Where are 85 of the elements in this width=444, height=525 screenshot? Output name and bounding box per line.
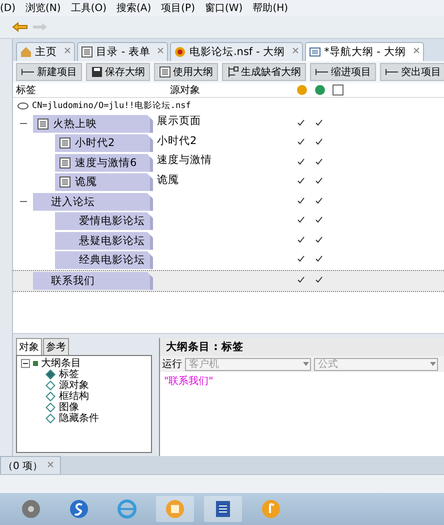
save-icon (91, 66, 103, 78)
tab[interactable]: （0 项） (0, 456, 61, 474)
close-icon (412, 47, 420, 54)
tab[interactable]: 目录 - 表单 (77, 42, 168, 61)
tree-label: 大纲条目 (41, 358, 81, 369)
document-icon (37, 118, 49, 130)
outline-entry[interactable]: 联系我们 (33, 272, 153, 290)
formula-text: "联系我们" (163, 374, 214, 389)
entry-label: 爱情电影论坛 (79, 214, 145, 228)
entry-label: 联系我们 (51, 274, 95, 288)
source-object: 诡魇 (156, 172, 180, 186)
panel-tab[interactable]: 参考 (43, 338, 69, 355)
tab-label: *导航大纲 - 大纲 (324, 45, 406, 59)
tab[interactable]: 电影论坛.nsf - 大纲 (170, 42, 304, 61)
toolbar-button[interactable]: 保存大纲 (86, 63, 150, 81)
database-path: CN=jludomino/O=jlu!!电影论坛.nsf (32, 100, 191, 112)
close-icon (64, 47, 71, 54)
outline-icon (309, 46, 322, 58)
tab-label: 目录 - 表单 (96, 45, 150, 59)
square-icon (33, 361, 38, 366)
forward-arrow-icon (32, 22, 48, 32)
outline-entry[interactable]: 速度与激情6 (55, 154, 153, 172)
outline-entry[interactable]: 进入论坛 (33, 192, 153, 211)
source-object: 速度与激情 (156, 153, 213, 167)
outline-entry[interactable]: 小时代2 (55, 134, 153, 152)
document-icon (59, 176, 71, 188)
tab-label: 电影论坛.nsf - 大纲 (189, 45, 286, 59)
run-label: 运行 (162, 358, 182, 371)
tab[interactable]: 主页 (16, 42, 75, 61)
panel-title: 大纲条目 : 标签 (160, 338, 444, 356)
entry-label: 火热上映 (53, 116, 97, 131)
arrow-icon (21, 68, 35, 76)
menu-item[interactable]: 项目(P) (161, 1, 195, 15)
tree-item[interactable]: 隐藏条件 (59, 413, 99, 424)
document-icon (81, 46, 93, 58)
s-logo-icon (68, 498, 90, 520)
document-icon (159, 66, 171, 78)
outline-entry[interactable]: 悬疑电影论坛 (55, 232, 153, 250)
tree-item[interactable]: 源对象 (59, 380, 89, 391)
outline-entry[interactable]: 爱情电影论坛 (55, 212, 153, 230)
entry-label: 经典电影论坛 (79, 253, 145, 268)
source-object: 小时代2 (156, 134, 198, 148)
badge-icon (296, 84, 308, 96)
menu-item[interactable]: 窗口(W) (205, 1, 243, 15)
tree-item[interactable]: 图像 (59, 402, 79, 413)
home-icon (20, 46, 32, 58)
outline-entry[interactable]: 经典电影论坛 (55, 251, 153, 270)
column-header: 标签 (15, 84, 37, 97)
column-header: 源对象 (169, 84, 201, 97)
caret-icon (429, 361, 437, 367)
entry-label: 诡魇 (75, 175, 97, 190)
document-icon (59, 137, 71, 150)
toolbar-button[interactable]: 生成缺省大纲 (222, 63, 306, 81)
app-icon (164, 498, 186, 520)
tree-icon (227, 66, 239, 78)
tree-item[interactable]: 标签 (59, 369, 79, 380)
toolbar-button[interactable]: 新建项目 (16, 63, 82, 81)
menu-item[interactable]: (D) (0, 2, 16, 14)
menu-item[interactable]: 浏览(N) (26, 1, 61, 15)
back-arrow-icon (12, 22, 28, 32)
menu-item[interactable]: 搜索(A) (116, 1, 152, 15)
tab-label: 主页 (35, 45, 57, 59)
entry-label: 小时代2 (75, 136, 115, 150)
collapse-toggle[interactable] (21, 359, 30, 368)
close-icon (292, 47, 300, 54)
arrow-icon (315, 68, 329, 76)
close-icon (46, 460, 54, 468)
entry-label: 进入论坛 (51, 194, 95, 209)
caret-icon (302, 361, 310, 367)
close-icon (157, 47, 164, 54)
entry-label: 速度与激情6 (75, 156, 137, 170)
outline-entry[interactable]: 诡魇 (55, 173, 153, 192)
toolbar-button[interactable]: 使用大纲 (154, 63, 218, 81)
tab[interactable]: *导航大纲 - 大纲 (305, 42, 424, 61)
outline-entry[interactable]: 火热上映 (33, 114, 153, 133)
entry-label: 悬疑电影论坛 (79, 234, 145, 248)
menu-item[interactable]: 工具(O) (70, 1, 106, 15)
toolbar-button[interactable]: 缩进项目 (310, 63, 376, 81)
document-icon (59, 156, 71, 169)
menu-item[interactable]: 帮助(H) (252, 1, 288, 15)
toolbar-button[interactable]: 突出项目 (380, 63, 444, 81)
source-object: 展示页面 (156, 114, 202, 128)
tree-item[interactable]: 框结构 (59, 391, 89, 402)
panel-tab[interactable]: 对象 (16, 338, 42, 355)
arrow-icon (385, 68, 399, 76)
